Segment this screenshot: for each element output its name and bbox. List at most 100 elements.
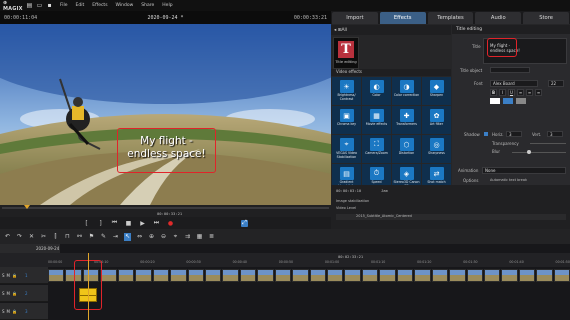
playhead-marker[interactable]: [24, 205, 30, 209]
menu-file[interactable]: File: [60, 3, 68, 8]
border-color-swatch[interactable]: [503, 98, 513, 104]
video-clip-thumbnail[interactable]: [361, 269, 379, 282]
new-file-icon[interactable]: ▤: [26, 2, 33, 9]
video-clip-thumbnail[interactable]: [379, 269, 396, 282]
preview-title-text[interactable]: My flight - endless space!: [117, 135, 216, 161]
storyboard-icon[interactable]: ▦: [196, 233, 203, 241]
effect-tile[interactable]: ◐ Color: [362, 77, 391, 105]
video-clip-thumbnail[interactable]: [239, 269, 257, 282]
shadow-checkbox[interactable]: [484, 132, 488, 136]
effect-tile[interactable]: ✿ Art filter: [422, 106, 451, 134]
bold-button[interactable]: B: [490, 89, 497, 96]
video-clip-thumbnail[interactable]: [187, 269, 204, 282]
effect-tile[interactable]: ◑ Color correction: [392, 77, 421, 105]
video-clip-thumbnail[interactable]: [396, 269, 414, 282]
horiz-field[interactable]: 3: [506, 131, 522, 137]
menu-effects[interactable]: Effects: [92, 3, 107, 8]
effect-tile[interactable]: ▣ Chroma key: [332, 106, 361, 134]
lock-icon[interactable]: 🔒: [12, 309, 17, 314]
mute-button[interactable]: M: [7, 291, 10, 296]
mute-button[interactable]: M: [7, 273, 10, 278]
video-clip-thumbnail[interactable]: [449, 269, 466, 282]
video-clip-thumbnail[interactable]: [170, 269, 187, 282]
font-select[interactable]: Alex Board: [490, 80, 538, 87]
track-header-2[interactable]: SM 🔒 2: [0, 285, 48, 302]
trim-icon[interactable]: ⇥: [112, 233, 119, 241]
marker-icon[interactable]: ⚑: [88, 233, 95, 241]
effect-tile[interactable]: ⛶ Camera/Zoom: [362, 135, 391, 163]
undo-icon[interactable]: ↶: [4, 233, 11, 241]
blur-slider[interactable]: [512, 152, 566, 153]
shadow-color-swatch[interactable]: [516, 98, 526, 104]
lock-icon[interactable]: 🔒: [12, 273, 17, 278]
font-color-swatch[interactable]: [490, 98, 500, 104]
menu-edit[interactable]: Edit: [76, 3, 85, 8]
zoom-out-icon[interactable]: ⊖: [160, 233, 167, 241]
video-clip-thumbnail[interactable]: [222, 269, 239, 282]
effect-tile[interactable]: ◎ Sharpness: [422, 135, 451, 163]
preview-scrub-bar[interactable]: 00:00:33:21: [0, 205, 331, 217]
timeline-mode-icon[interactable]: ≣: [208, 233, 215, 241]
back-icon[interactable]: ◂ ⊞: [334, 28, 341, 33]
track-header-3[interactable]: SM 🔒 3: [0, 303, 48, 320]
video-clip-thumbnail[interactable]: [501, 269, 518, 282]
timeline-playhead[interactable]: [88, 253, 89, 320]
skip-forward-icon[interactable]: ⏭: [153, 219, 160, 227]
range-icon[interactable]: ⇔: [136, 233, 143, 241]
video-clip-thumbnail[interactable]: [117, 269, 135, 282]
effect-tile[interactable]: ☀ Brightness/ Contrast: [332, 77, 361, 105]
video-clip-thumbnail[interactable]: [536, 269, 553, 282]
cut-icon[interactable]: ✂: [40, 233, 47, 241]
menu-window[interactable]: Window: [116, 3, 134, 8]
tab-store[interactable]: Store: [523, 12, 569, 24]
solo-button[interactable]: S: [2, 291, 5, 296]
zoom-in-icon[interactable]: ⊕: [148, 233, 155, 241]
video-clip-thumbnail[interactable]: [48, 269, 65, 282]
save-icon[interactable]: ▪: [46, 2, 53, 9]
video-clip-thumbnail[interactable]: [309, 269, 326, 282]
align-center-icon[interactable]: ≡: [526, 89, 533, 96]
category-bar[interactable]: ◂ ⊞ All: [331, 25, 451, 35]
solo-button[interactable]: S: [2, 273, 5, 278]
record-icon[interactable]: ●: [167, 220, 174, 227]
video-clip-thumbnail[interactable]: [135, 269, 152, 282]
track-header-1[interactable]: SM 🔒 1: [0, 267, 48, 284]
effect-tile[interactable]: ⬡ Distortion: [392, 135, 421, 163]
video-clip-thumbnail[interactable]: [431, 269, 449, 282]
video-clip-thumbnail[interactable]: [257, 269, 274, 282]
blur-slider-thumb[interactable]: [527, 150, 531, 154]
transparency-slider[interactable]: [530, 143, 566, 144]
tab-import[interactable]: Import: [332, 12, 378, 24]
mute-button[interactable]: M: [7, 309, 10, 314]
title-editing-tile[interactable]: T Title editing: [333, 37, 359, 69]
lock-icon[interactable]: 🔒: [12, 291, 17, 296]
out-point-icon[interactable]: ]: [97, 220, 104, 227]
tab-effects[interactable]: Effects: [379, 12, 426, 24]
align-right-icon[interactable]: ≡: [535, 89, 542, 96]
in-point-icon[interactable]: [: [83, 220, 90, 227]
open-folder-icon[interactable]: ▭: [36, 2, 43, 9]
tab-audio[interactable]: Audio: [475, 12, 522, 24]
split-icon[interactable]: ⫿: [52, 233, 59, 241]
fullscreen-icon[interactable]: ⤢: [241, 219, 248, 227]
video-clip-thumbnail[interactable]: [414, 269, 431, 282]
ripple-icon[interactable]: ⇉: [184, 233, 191, 241]
delete-icon[interactable]: ✕: [28, 233, 35, 241]
preview-monitor[interactable]: My flight - endless space!: [0, 24, 331, 205]
video-track-clips[interactable]: [48, 269, 570, 282]
effect-tile[interactable]: ◆ Sharpen: [422, 77, 451, 105]
video-clip-thumbnail[interactable]: [553, 269, 570, 282]
effect-tile[interactable]: ▦ Movie effects: [362, 106, 391, 134]
redo-icon[interactable]: ↷: [16, 233, 23, 241]
video-clip-thumbnail[interactable]: [274, 269, 292, 282]
timeline-project-tab[interactable]: 2020-09-24: [0, 244, 60, 253]
title-object-select[interactable]: [490, 67, 530, 73]
stop-icon[interactable]: ■: [125, 220, 132, 227]
video-clip-thumbnail[interactable]: [466, 269, 483, 282]
mouse-mode-icon[interactable]: ↖: [124, 232, 131, 241]
link-icon[interactable]: ⚯: [76, 233, 83, 241]
tab-templates[interactable]: Templates: [427, 12, 474, 24]
group-icon[interactable]: ⊓: [64, 233, 71, 241]
menu-share[interactable]: Share: [141, 3, 154, 8]
italic-button[interactable]: I: [499, 89, 506, 96]
